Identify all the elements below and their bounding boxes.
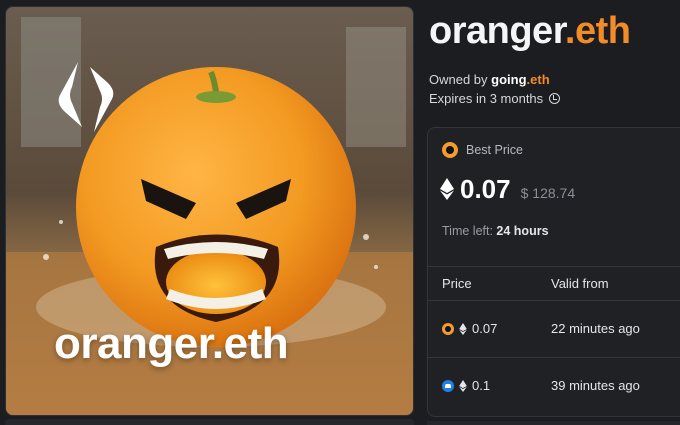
best-price-usd: $ 128.74 [520,185,576,201]
best-price-label: Best Price [466,143,523,157]
ethereum-icon [459,379,467,392]
expiry-text: Expires in 3 months [429,91,544,106]
offer-row-price[interactable]: 0.07 [442,321,497,336]
ethereum-icon [440,178,454,200]
time-left: Time left: 24 hours [442,224,549,238]
time-left-label: Time left: [442,224,497,238]
artwork-name-overlay: oranger.eth [54,319,289,368]
marketplace-icon [442,142,458,158]
best-price-card: Best Price 0.07 $ 128.74 Time left: 24 h… [427,127,680,417]
ethereum-icon [459,322,467,335]
clock-icon [548,93,560,104]
column-header-valid-from: Valid from [551,276,609,291]
domain-details-panel: oranger.eth Owned by going.eth Expires i… [427,0,680,425]
card-edge [5,419,414,425]
best-price-value-row: 0.07 $ 128.74 [440,174,575,205]
owner-link[interactable]: going [491,72,526,87]
divider [428,357,680,358]
card-edge [427,421,680,425]
offer-price: 0.1 [472,378,491,393]
ens-artwork-card[interactable]: oranger.eth [5,6,414,416]
marketplace-icon [442,322,454,335]
domain-title: oranger.eth [429,10,631,53]
best-price-heading: Best Price [442,142,523,158]
owner-tld[interactable]: .eth [527,72,550,87]
column-header-price: Price [442,276,472,291]
offer-valid-from: 22 minutes ago [551,321,640,336]
time-left-value: 24 hours [496,224,549,238]
owner-line: Owned by going.eth [429,72,550,87]
best-price-value: 0.07 [460,174,511,204]
offer-row-price[interactable]: 0.1 [442,378,490,393]
expiry-line: Expires in 3 months [429,91,560,106]
opensea-icon [442,379,454,392]
offer-price: 0.07 [472,321,498,336]
domain-tld: .eth [564,10,631,52]
domain-label: oranger [429,10,565,52]
owner-prefix: Owned by [429,72,492,87]
divider [428,300,680,301]
offer-valid-from: 39 minutes ago [551,378,640,393]
divider [428,266,680,267]
